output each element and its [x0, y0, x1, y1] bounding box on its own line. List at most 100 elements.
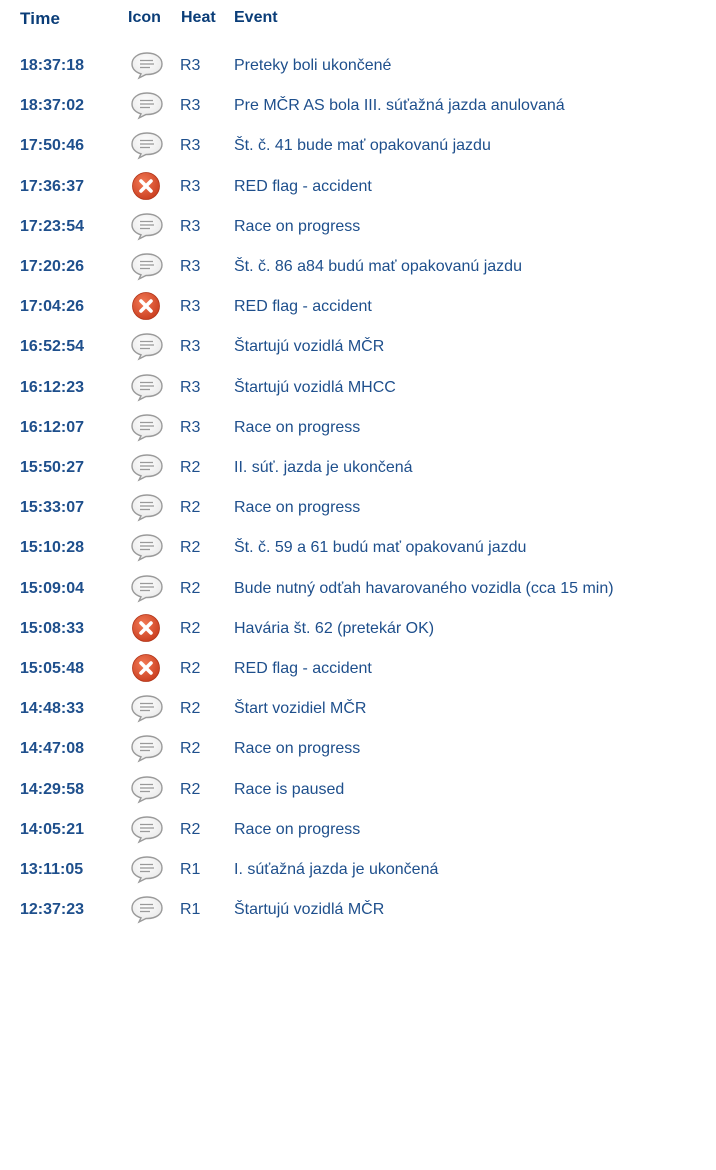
speech-bubble-icon: [129, 130, 165, 160]
event-text: Štartujú vozidlá MČR: [234, 901, 385, 919]
event-time: 15:33:07: [20, 499, 85, 517]
table-row: 15:33:07 R2 Race on progress: [0, 488, 716, 528]
speech-bubble-icon: [129, 532, 165, 562]
event-time: 15:10:28: [20, 539, 85, 557]
red-cross-icon: [129, 171, 165, 201]
table-row: 13:11:05 R1 I. súťažná jazda je ukončená: [0, 850, 716, 890]
event-time: 17:04:26: [20, 298, 85, 316]
speech-bubble-icon: [129, 854, 165, 884]
speech-bubble-icon: [129, 331, 165, 361]
table-row: 18:37:02 R3 Pre MČR AS bola III. súťažná j…: [0, 86, 716, 126]
column-header-heat: Heat: [181, 9, 216, 26]
speech-bubble-icon: [129, 211, 165, 241]
speech-bubble-icon: [129, 251, 165, 281]
event-heat: R3: [180, 258, 201, 275]
event-heat: R3: [180, 418, 201, 436]
event-time: 17:23:54: [20, 217, 85, 235]
event-text: RED flag - accident: [234, 177, 372, 195]
event-time: 13:11:05: [20, 861, 84, 878]
speech-bubble-icon: [129, 492, 165, 522]
event-time: 12:37:23: [20, 901, 85, 919]
speech-bubble-icon: [129, 50, 165, 80]
event-time: 17:20:26: [20, 258, 85, 275]
event-heat: R2: [180, 539, 201, 557]
event-heat: R3: [180, 177, 201, 195]
table-row: 16:52:54 R3 Štartujú vozidlá MČR: [0, 327, 716, 367]
event-time: 17:50:46: [20, 137, 85, 155]
event-text: Štart vozidiel MČR: [234, 700, 367, 718]
event-time: 15:08:33: [20, 619, 85, 637]
event-heat: R3: [180, 338, 201, 356]
speech-bubble-icon: [129, 573, 165, 603]
event-time: 18:37:18: [20, 57, 85, 74]
event-text: Havária št. 62 (pretekár OK): [234, 619, 435, 637]
event-time: 18:37:02: [20, 97, 85, 115]
table-row: 15:05:48 R2 RED flag - accident: [0, 649, 716, 689]
event-text: Preteky boli ukončené: [234, 57, 392, 74]
event-heat: R2: [180, 499, 201, 517]
speech-bubble-icon: [129, 372, 165, 402]
event-log-table: Time Icon Heat Event 18:37:18 R3 Preteky b…: [0, 0, 716, 924]
event-text: Štartujú vozidlá MHCC: [234, 378, 396, 396]
table-row: 14:05:21 R2 Race on progress: [0, 810, 716, 850]
speech-bubble-icon: [129, 90, 165, 120]
event-time: 14:47:08: [20, 740, 85, 758]
column-header-event: Event: [234, 9, 278, 26]
event-time: 14:29:58: [20, 780, 85, 798]
event-text: Štartujú vozidlá MČR: [234, 338, 385, 356]
column-header-icon: Icon: [128, 9, 161, 26]
table-row: 17:20:26 R3 Št. č. 86 a84 budú mať opakova…: [0, 247, 716, 287]
red-cross-icon: [129, 613, 165, 643]
speech-bubble-icon: [129, 774, 165, 804]
table-row: 17:36:37 R3 RED flag - accident: [0, 167, 716, 207]
table-row: 15:08:33 R2 Havária št. 62 (pretekár OK): [0, 609, 716, 649]
speech-bubble-icon: [129, 733, 165, 763]
speech-bubble-icon: [129, 814, 165, 844]
table-row: 12:37:23 R1 Štartujú vozidlá MČR: [0, 890, 716, 930]
event-text: I. súťažná jazda je ukončená: [234, 861, 439, 878]
event-text: Bude nutný odťah havarovaného vozidla (c…: [234, 579, 614, 597]
event-time: 14:05:21: [20, 820, 85, 838]
event-time: 15:05:48: [20, 660, 85, 677]
table-row: 16:12:07 R3 Race on progress: [0, 408, 716, 448]
event-text: Pre MČR AS bola III. súťažná jazda anulo…: [234, 97, 565, 115]
event-text: II. súť. jazda je ukončená: [234, 459, 413, 476]
event-time: 15:50:27: [20, 459, 85, 476]
event-heat: R1: [180, 861, 201, 878]
speech-bubble-icon: [129, 693, 165, 723]
event-text: Race is paused: [234, 780, 345, 798]
event-text: Race on progress: [234, 418, 361, 436]
event-heat: R3: [180, 217, 201, 235]
table-row: 15:09:04 R2 Bude nutný odťah havarovaného …: [0, 569, 716, 609]
table-row: 15:50:27 R2 II. súť. jazda je ukončená: [0, 448, 716, 488]
event-heat: R3: [180, 137, 201, 155]
event-text: Št. č. 59 a 61 budú mať opakovanú jazdu: [234, 539, 527, 557]
event-heat: R2: [180, 740, 201, 758]
table-row: 14:29:58 R2 Race is paused: [0, 770, 716, 810]
event-time: 14:48:33: [20, 700, 85, 718]
table-row: 17:04:26 R3 RED flag - accident: [0, 287, 716, 327]
event-text: RED flag - accident: [234, 660, 372, 677]
event-time: 17:36:37: [20, 177, 85, 195]
event-heat: R3: [180, 97, 201, 115]
speech-bubble-icon: [129, 452, 165, 482]
event-time: 16:12:07: [20, 418, 85, 436]
event-text: Race on progress: [234, 499, 361, 517]
event-text: Št. č. 86 a84 budú mať opakovanú jazdu: [234, 258, 522, 275]
event-heat: R2: [180, 780, 201, 798]
event-heat: R2: [180, 700, 201, 718]
event-heat: R3: [180, 298, 201, 316]
event-time: 16:52:54: [20, 338, 85, 356]
event-heat: R3: [180, 57, 201, 74]
event-heat: R3: [180, 378, 201, 396]
table-header: Time Icon Heat Event: [0, 0, 716, 40]
table-row: 17:23:54 R3 Race on progress: [0, 207, 716, 247]
event-text: Race on progress: [234, 740, 361, 758]
table-row: 14:48:33 R2 Štart vozidiel MČR: [0, 689, 716, 729]
red-cross-icon: [129, 653, 165, 683]
event-heat: R2: [180, 579, 201, 597]
event-heat: R2: [180, 619, 201, 637]
table-row: 17:50:46 R3 Št. č. 41 bude mať opakovanú j…: [0, 126, 716, 166]
event-heat: R2: [180, 660, 201, 677]
event-time: 15:09:04: [20, 579, 85, 597]
